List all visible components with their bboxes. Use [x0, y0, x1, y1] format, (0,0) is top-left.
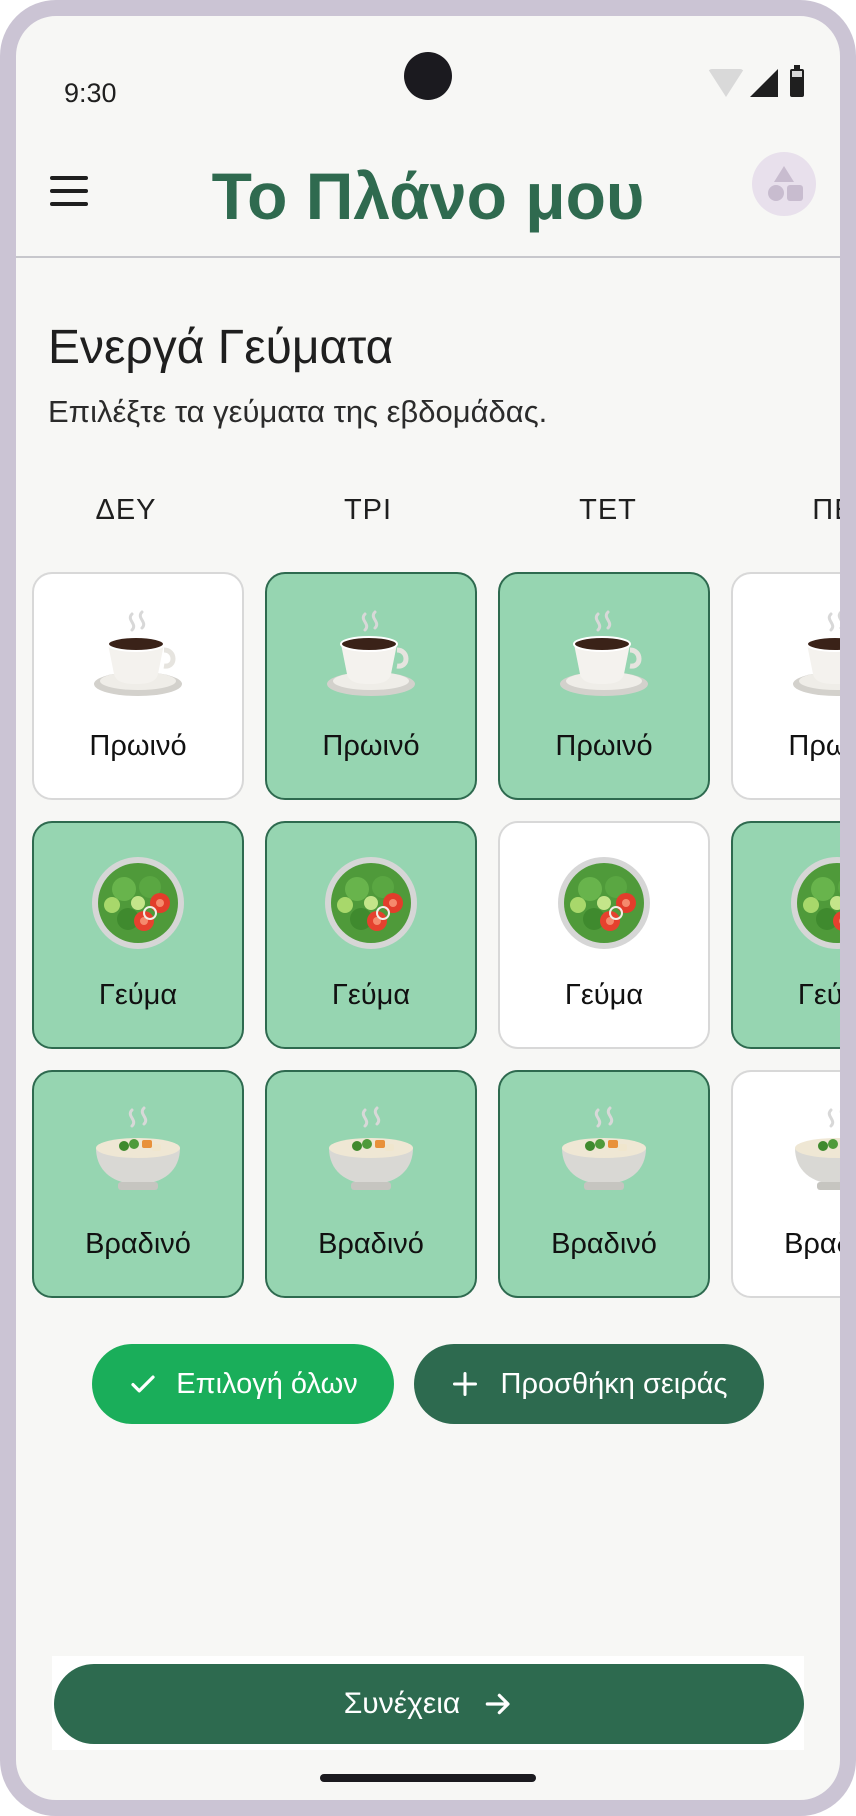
meal-label: Πρωινό: [555, 730, 653, 762]
battery-icon: [790, 65, 804, 97]
day-header: ΤΕΤ: [579, 494, 637, 526]
coffee-cup-icon: [787, 604, 840, 704]
meal-label: Πρωινό: [89, 730, 187, 762]
meal-card[interactable]: Βραδινό: [731, 1070, 853, 1298]
day-header: ΔΕΥ: [95, 494, 157, 526]
add-row-label: Προσθήκη σειράς: [500, 1367, 728, 1400]
meal-card[interactable]: Γεύμα: [731, 821, 843, 1049]
salad-bowl-icon: [88, 853, 188, 953]
day-header: ΤΡΙ: [343, 494, 393, 526]
meal-card[interactable]: Βραδινό: [498, 1070, 710, 1298]
select-all-button[interactable]: Επιλογή όλων: [92, 1344, 394, 1424]
signal-icon: [750, 69, 778, 97]
meal-label: Γεύμα: [797, 979, 843, 1011]
meal-label: Γεύμα: [564, 979, 644, 1011]
home-indicator[interactable]: [320, 1774, 536, 1782]
day-header: ΠΕΜ: [812, 494, 855, 526]
shapes-icon: [768, 166, 803, 201]
meal-card[interactable]: Βραδινό: [32, 1070, 244, 1298]
status-time: 9:30: [64, 78, 117, 108]
salad-bowl-icon: [787, 853, 840, 953]
status-icons: [708, 65, 804, 98]
meal-label: Βραδινό: [784, 1228, 853, 1260]
phone-screen: 9:30 Το Πλάνο μου Ενεργά Γεύματα Επιλέξτ…: [0, 0, 856, 1816]
avatar[interactable]: [752, 152, 816, 216]
meal-card[interactable]: Βραδινό: [265, 1070, 477, 1298]
coffee-cup-icon: [554, 604, 654, 704]
soup-bowl-icon: [88, 1102, 188, 1202]
plus-icon: [452, 1371, 477, 1397]
meal-label: Γεύμα: [98, 979, 178, 1011]
select-all-label: Επιλογή όλων: [176, 1367, 358, 1400]
front-camera: [404, 52, 452, 100]
section-subtitle: Επιλέξτε τα γεύματα της εβδομάδας.: [48, 394, 548, 429]
meal-card[interactable]: Πρωινό: [265, 572, 477, 800]
coffee-cup-icon: [88, 604, 188, 704]
salad-bowl-icon: [321, 853, 421, 953]
wifi-icon: [708, 69, 744, 97]
page-title: Το Πλάνο μου: [211, 159, 645, 233]
salad-bowl-icon: [554, 853, 654, 953]
meal-label: Βραδινό: [318, 1228, 424, 1260]
soup-bowl-icon: [554, 1102, 654, 1202]
meal-card[interactable]: Γεύμα: [498, 821, 710, 1049]
meal-label: Βραδινό: [551, 1228, 657, 1260]
header-divider: [16, 256, 840, 258]
soup-bowl-icon: [787, 1102, 840, 1202]
check-icon: [131, 1375, 155, 1393]
meal-card[interactable]: Γεύμα: [32, 821, 244, 1049]
continue-label: Συνέχεια: [343, 1687, 461, 1720]
meal-label: Βραδινό: [85, 1228, 191, 1260]
meal-card[interactable]: Πρωινό: [731, 572, 855, 800]
meal-card[interactable]: Γεύμα: [265, 821, 477, 1049]
continue-button[interactable]: Συνέχεια: [54, 1664, 804, 1744]
section-title: Ενεργά Γεύματα: [48, 321, 394, 374]
soup-bowl-icon: [321, 1102, 421, 1202]
coffee-cup-icon: [321, 604, 421, 704]
meal-card[interactable]: Πρωινό: [32, 572, 244, 800]
meal-label: Πρωινό: [322, 730, 420, 762]
add-row-button[interactable]: Προσθήκη σειράς: [414, 1344, 764, 1424]
meal-label: Πρωινό: [788, 730, 855, 762]
meal-label: Γεύμα: [331, 979, 411, 1011]
meal-card[interactable]: Πρωινό: [498, 572, 710, 800]
arrow-right-icon: [485, 1693, 510, 1715]
